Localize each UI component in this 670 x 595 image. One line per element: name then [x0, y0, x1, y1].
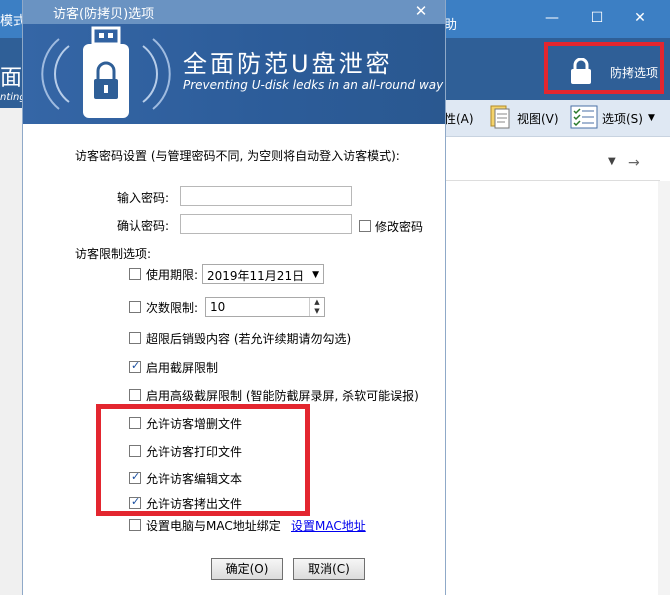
option-checkbox[interactable] [129, 519, 141, 531]
password-section-label: 访客密码设置 (与管理密码不同, 为空则将自动登入访客模式): [75, 149, 400, 163]
expiry-checkbox[interactable] [129, 268, 141, 280]
banner-subtitle: Preventing U-disk ledks in an all-round … [183, 78, 444, 92]
change-password-label: 修改密码 [375, 220, 424, 234]
background-scrollbar[interactable] [658, 181, 670, 595]
close-window-button[interactable]: ✕ [628, 8, 652, 28]
expiry-date-picker[interactable]: 2019年11月21日 ▼ [202, 264, 324, 284]
document-icon [490, 105, 510, 129]
option-screenshot-label: 启用截屏限制 [146, 361, 219, 375]
dialog-banner: 全面防范U盘泄密 Preventing U-disk ledks in an a… [23, 24, 445, 124]
input-password-field[interactable] [180, 186, 352, 206]
restrictions-label: 访客限制选项: [75, 247, 152, 261]
toolbar-view[interactable]: 视图(V) [517, 110, 559, 127]
toolbar-options-dropdown-icon[interactable]: ▼ [648, 113, 655, 123]
count-limit-value: 10 [210, 300, 226, 314]
address-dropdown-icon[interactable]: ▼ [608, 156, 616, 167]
confirm-password-label: 确认密码: [117, 219, 170, 233]
background-banner-char: 面 [0, 66, 23, 91]
maximize-button[interactable]: ☐ [585, 8, 609, 28]
cancel-button[interactable]: 取消(C) [293, 558, 365, 580]
expiry-label: 使用期限: [146, 268, 199, 282]
option-mac-binding-label: 设置电脑与MAC地址绑定 [146, 519, 281, 533]
input-password-label: 输入密码: [117, 191, 170, 205]
option-checkbox[interactable] [129, 332, 141, 344]
banner-title: 全面防范U盘泄密 [183, 50, 393, 78]
lock-icon[interactable] [569, 58, 593, 84]
copy-protection-options-button[interactable]: 防拷选项 [610, 64, 658, 81]
dialog-close-button[interactable]: ✕ [411, 1, 431, 21]
expiry-date-value: 2019年11月21日 [207, 269, 305, 283]
highlight-box-permissions [96, 404, 310, 516]
chevron-down-icon[interactable]: ▼ [312, 270, 319, 280]
usb-lock-icon [41, 26, 171, 118]
option-checkbox[interactable] [129, 359, 141, 373]
minimize-button[interactable]: — [540, 8, 564, 28]
confirm-password-field[interactable] [180, 214, 352, 234]
option-advanced-screenshot-label: 启用高级截屏限制 (智能防截屏录屏, 杀软可能误报) [146, 389, 419, 403]
count-limit-stepper[interactable]: 10 ▲ ▼ [205, 297, 325, 317]
toolbar-options[interactable]: 选项(S) [602, 110, 643, 127]
checklist-icon [570, 105, 598, 129]
background-left-panel [0, 38, 22, 595]
count-limit-label: 次数限制: [146, 301, 199, 315]
ok-button[interactable]: 确定(O) [211, 558, 283, 580]
stepper-arrows-icon[interactable]: ▲ ▼ [309, 298, 324, 316]
set-mac-address-link[interactable]: 设置MAC地址 [291, 517, 366, 534]
toolbar-properties[interactable]: 性(A) [444, 110, 474, 127]
change-password-checkbox[interactable] [359, 220, 371, 232]
dialog-title: 访客(防拷贝)选项 [53, 7, 155, 22]
option-destroy-label: 超限后销毁内容 (若允许续期请勿勾选) [146, 332, 352, 346]
go-arrow-icon[interactable]: → [628, 155, 640, 171]
count-limit-checkbox[interactable] [129, 301, 141, 313]
option-checkbox[interactable] [129, 389, 141, 401]
